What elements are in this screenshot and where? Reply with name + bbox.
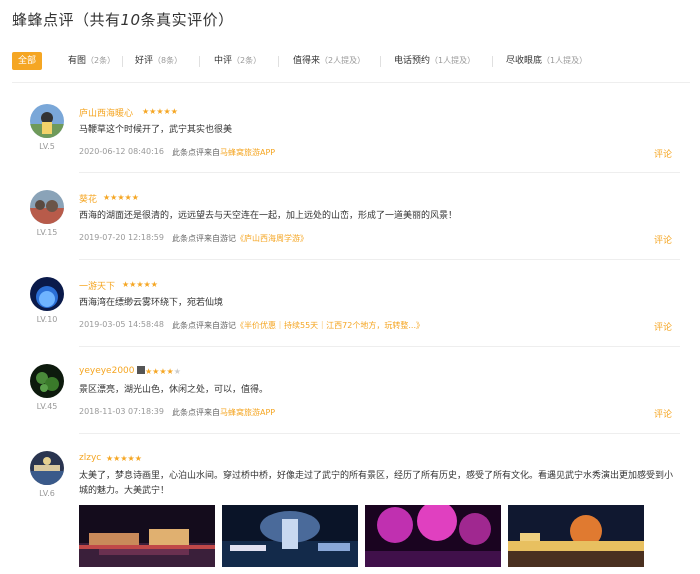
review-time: 2018-11-03 07:18:39: [79, 407, 164, 416]
review-time: 2019-03-05 14:58:48: [79, 320, 164, 329]
user-level: LV.5: [39, 142, 55, 151]
purple-lights-photo[interactable]: [365, 505, 501, 567]
username[interactable]: 庐山西海暖心: [79, 106, 133, 119]
star-rating: ★★★★★: [142, 107, 178, 116]
comment-button[interactable]: 评论: [654, 233, 672, 246]
user-level: LV.10: [36, 315, 58, 324]
night-show-photo[interactable]: [79, 505, 215, 567]
star-rating: ★★★★★: [106, 454, 142, 463]
review-content: 西海的湖面还是很清的，远远望去与天空连在一起，加上远处的山峦，形成了一道美丽的风…: [79, 211, 458, 221]
comment-button[interactable]: 评论: [654, 320, 672, 333]
user-level: LV.15: [36, 228, 58, 237]
fountain-photo[interactable]: [222, 505, 358, 567]
page-title: 蜂蜂点评（共有10条真实评价）: [12, 11, 234, 29]
source-link[interactable]: 马蜂窝旅游APP: [220, 148, 275, 157]
review-source: 此条点评来自马蜂窝旅游APP: [172, 148, 276, 157]
review-content: 马鞭草这个时候开了，武宁其实也很美: [79, 125, 233, 135]
lantern-photo[interactable]: [508, 505, 644, 567]
review-content: 太美了，梦息诗画里，心泊山水间。穿过桥中桥，好像走过了武宁的所有景区，经历了所有…: [79, 471, 674, 496]
tab-all[interactable]: 全部: [12, 52, 43, 70]
username[interactable]: zlzyc: [79, 453, 101, 463]
tab-positive[interactable]: 好评（8条）: [135, 52, 182, 70]
avatar[interactable]: [30, 104, 64, 138]
username[interactable]: yeyeye2000: [79, 366, 145, 376]
tab-with-photos[interactable]: 有图（2条）: [68, 52, 115, 70]
user-level: LV.45: [36, 402, 58, 411]
review-time: 2019-07-20 12:18:59: [79, 233, 164, 242]
avatar[interactable]: [30, 277, 64, 311]
badge-icon: [136, 366, 145, 374]
star-rating: ★★★★★: [122, 280, 158, 289]
review-content: 西海湾在缥缈云雾环绕下，宛若仙境: [79, 298, 224, 308]
source-link[interactable]: 马蜂窝旅游APP: [220, 408, 275, 417]
comment-button[interactable]: 评论: [654, 407, 672, 420]
source-link[interactable]: 《庐山西海周学游》: [236, 234, 308, 243]
review-source: 此条点评来自游记《半价优惠｜持续55天｜江西72个地方，玩转整...》: [172, 321, 424, 330]
tab-worth-visiting[interactable]: 值得来（2人提及）: [293, 52, 365, 70]
star-rating: ★★★★★: [103, 193, 139, 202]
user-level: LV.6: [39, 489, 55, 498]
avatar[interactable]: [30, 364, 64, 398]
username[interactable]: 一游天下: [79, 279, 115, 292]
review-time: 2020-06-12 08:40:16: [79, 147, 164, 156]
tab-panorama[interactable]: 尽收眼底（1人提及）: [506, 52, 587, 70]
comment-button[interactable]: 评论: [654, 147, 672, 160]
tabs-divider: [12, 82, 690, 83]
username[interactable]: 葵花: [79, 192, 97, 205]
review-content: 景区漂亮，湖光山色，休闲之处，可以，值得。: [79, 385, 269, 395]
tab-phone-booking[interactable]: 电话预约（1人提及）: [394, 52, 475, 70]
tab-neutral[interactable]: 中评（2条）: [214, 52, 261, 70]
avatar[interactable]: [30, 451, 64, 485]
review-source: 此条点评来自游记《庐山西海周学游》: [172, 234, 308, 243]
source-link[interactable]: 《半价优惠｜持续55天｜江西72个地方，玩转整...》: [236, 321, 424, 330]
filter-tabs: 全部 有图（2条） 好评（8条） 中评（2条） 值得来（2人提及） 电话预约（1…: [12, 52, 690, 74]
avatar[interactable]: [30, 190, 64, 224]
star-rating: ★★★★★: [145, 367, 181, 376]
review-source: 此条点评来自马蜂窝旅游APP: [172, 408, 276, 417]
